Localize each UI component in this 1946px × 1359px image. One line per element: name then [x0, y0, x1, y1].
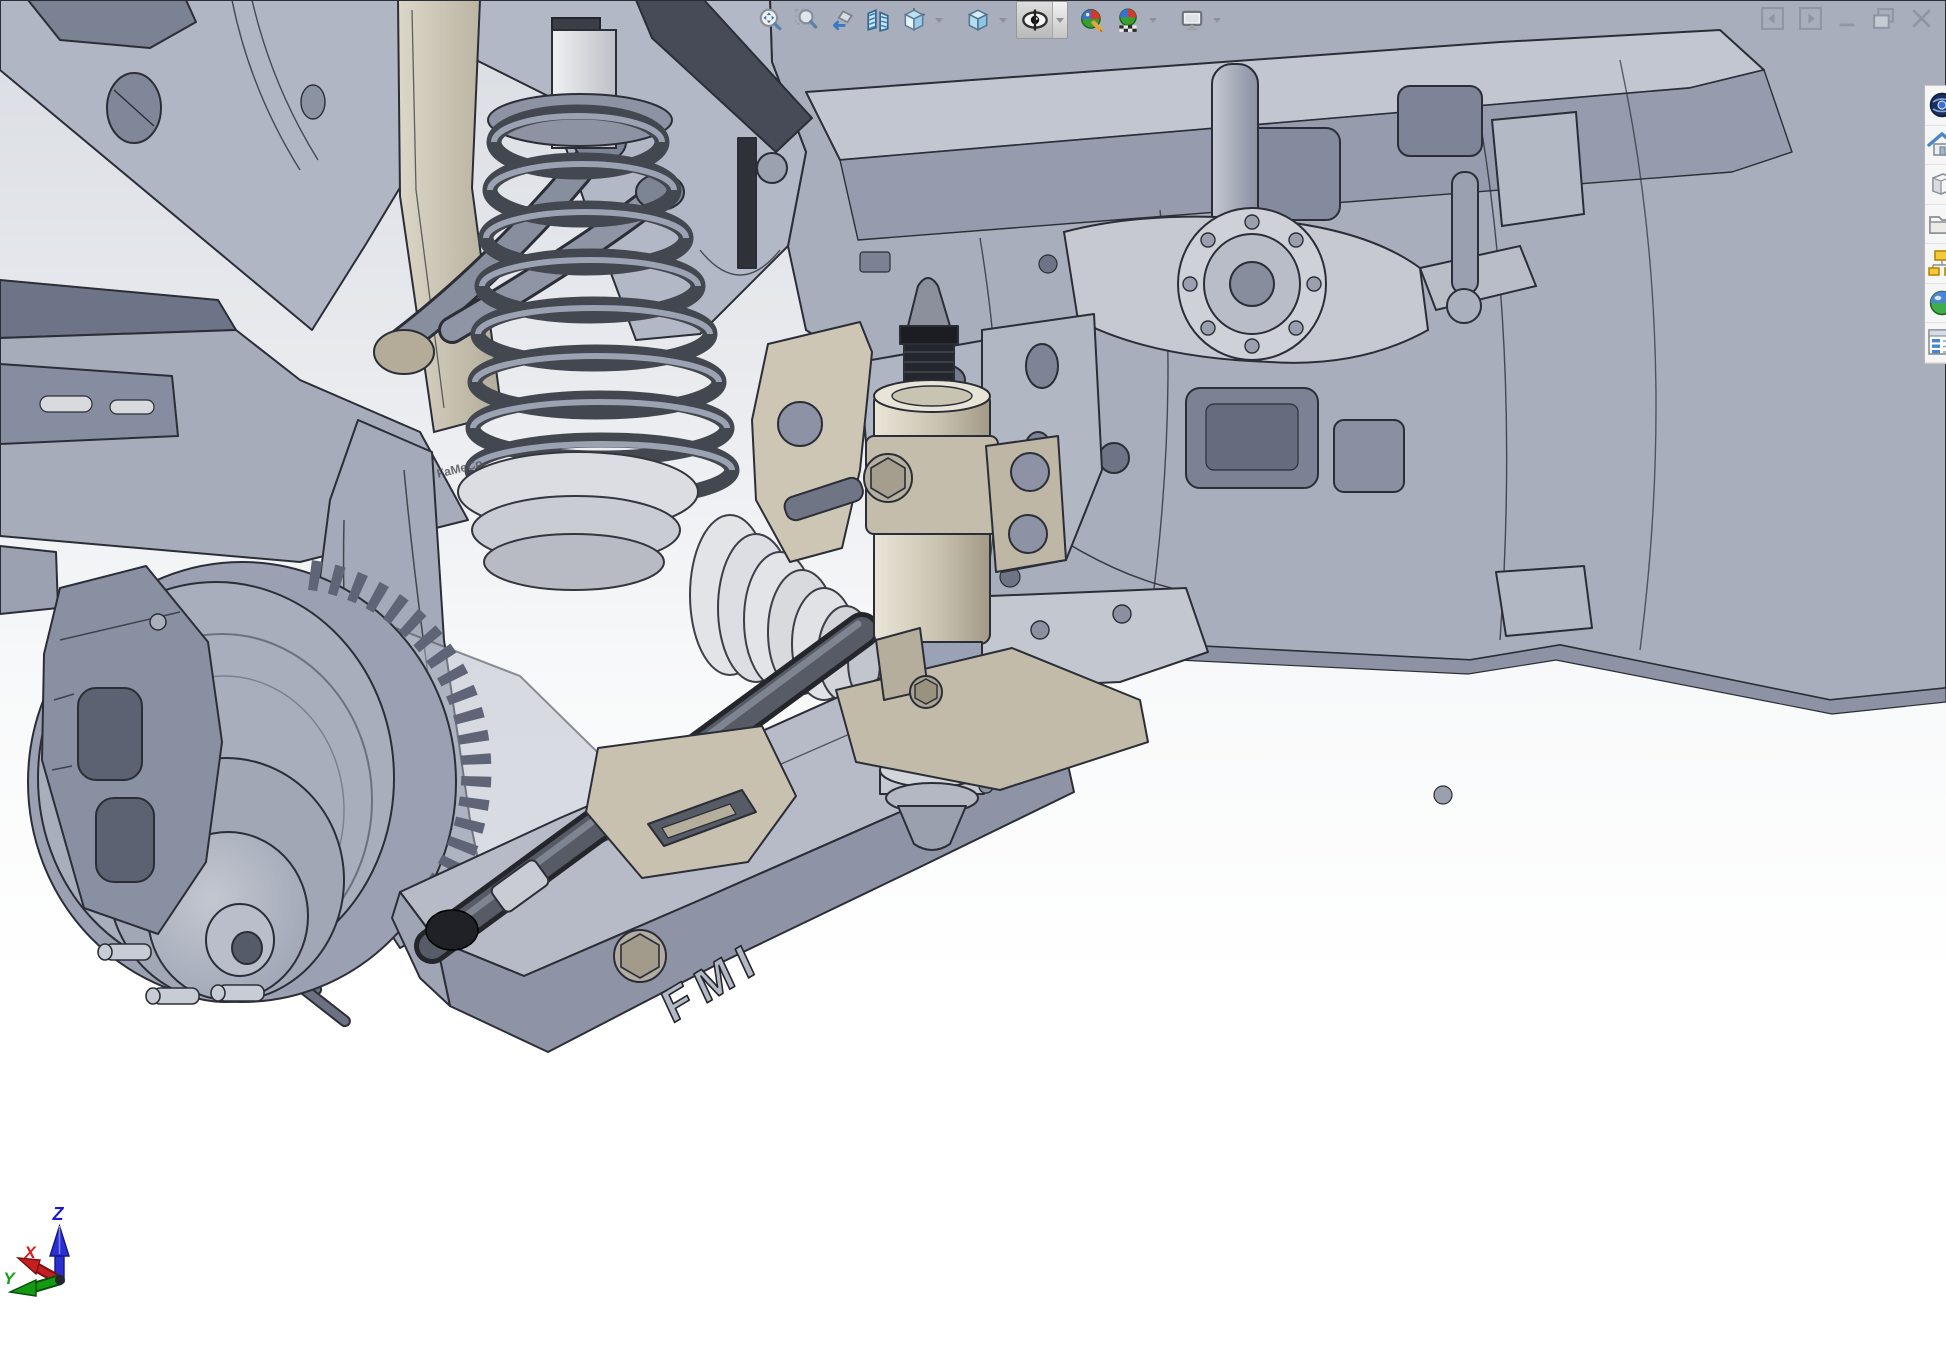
custom-properties-icon	[1927, 327, 1946, 357]
view-settings-dropdown[interactable]	[1210, 2, 1224, 38]
restore-button[interactable]	[1871, 6, 1896, 31]
task-pane-tab-strip	[1924, 85, 1946, 364]
section-view-button[interactable]	[860, 2, 896, 38]
hide-show-items-group	[1016, 1, 1068, 39]
hide-show-items-button[interactable]	[1017, 2, 1053, 38]
graphics-area[interactable]: FMI	[0, 0, 1946, 1359]
task-pane-tab-appearances[interactable]	[1925, 284, 1946, 324]
apply-scene-button[interactable]	[1110, 2, 1146, 38]
previous-view-button[interactable]	[824, 2, 860, 38]
home-icon	[1927, 130, 1946, 160]
task-pane-tab-custom-properties[interactable]	[1925, 323, 1946, 363]
monitor-icon	[1179, 7, 1205, 33]
triad-z-label: Z	[52, 1204, 65, 1224]
bracket-bolt	[614, 930, 666, 982]
zoom-to-fit-button[interactable]	[752, 2, 788, 38]
design-library-icon	[1927, 169, 1946, 199]
apply-scene-dropdown[interactable]	[1146, 2, 1160, 38]
shock-shaft-upper	[738, 138, 756, 268]
marketplace-globe-icon	[1927, 90, 1946, 120]
close-button[interactable]	[1909, 6, 1934, 31]
triad-y-axis	[10, 1280, 59, 1296]
bracket-bolt-2	[910, 676, 942, 708]
task-pane-tab-marketplace[interactable]	[1925, 86, 1946, 126]
display-style-dropdown[interactable]	[996, 2, 1010, 38]
zoom-fit-icon	[757, 7, 783, 33]
section-view-icon	[865, 7, 891, 33]
view-palette-icon	[1927, 248, 1946, 278]
tower-bolt	[757, 153, 787, 183]
appearances-sphere-icon	[1927, 288, 1946, 318]
minimize-button[interactable]	[1836, 6, 1858, 31]
zoom-to-area-button[interactable]	[788, 2, 824, 38]
folder-icon	[1927, 209, 1946, 239]
spring-isolator[interactable]	[458, 452, 698, 590]
solidworks-viewport-window: FMI	[0, 0, 1946, 1359]
hide-show-items-dropdown[interactable]	[1053, 2, 1067, 38]
triad-y-label: Y	[3, 1269, 16, 1288]
window-controls	[1760, 6, 1934, 31]
eye-icon	[1021, 6, 1049, 34]
triad-x-label: X	[23, 1243, 37, 1262]
triad-origin	[55, 1275, 65, 1285]
shaded-cube-icon	[965, 7, 991, 33]
previous-view-icon	[829, 7, 855, 33]
ball-joint-boot	[374, 330, 434, 374]
scene-sphere-icon	[1115, 7, 1141, 33]
appearance-sphere-pencil-icon	[1079, 7, 1105, 33]
checkerboard	[1119, 25, 1136, 32]
clamp-bolt	[864, 454, 912, 502]
display-style-button[interactable]	[960, 2, 996, 38]
view-cube-icon	[901, 7, 927, 33]
previous-pane-button[interactable]	[1760, 6, 1785, 31]
view-orientation-button[interactable]	[896, 2, 932, 38]
task-pane-tab-resources[interactable]	[1925, 126, 1946, 166]
task-pane-tab-file-explorer[interactable]	[1925, 205, 1946, 245]
task-pane-tab-design-library[interactable]	[1925, 165, 1946, 205]
edit-appearance-button[interactable]	[1074, 2, 1110, 38]
view-orientation-dropdown[interactable]	[932, 2, 946, 38]
view-settings-button[interactable]	[1174, 2, 1210, 38]
zoom-area-icon	[793, 7, 819, 33]
orientation-triad: Z X Y	[0, 1200, 130, 1330]
next-pane-button[interactable]	[1798, 6, 1823, 31]
task-pane-tab-view-palette[interactable]	[1925, 244, 1946, 284]
heads-up-view-toolbar	[752, 1, 1224, 39]
